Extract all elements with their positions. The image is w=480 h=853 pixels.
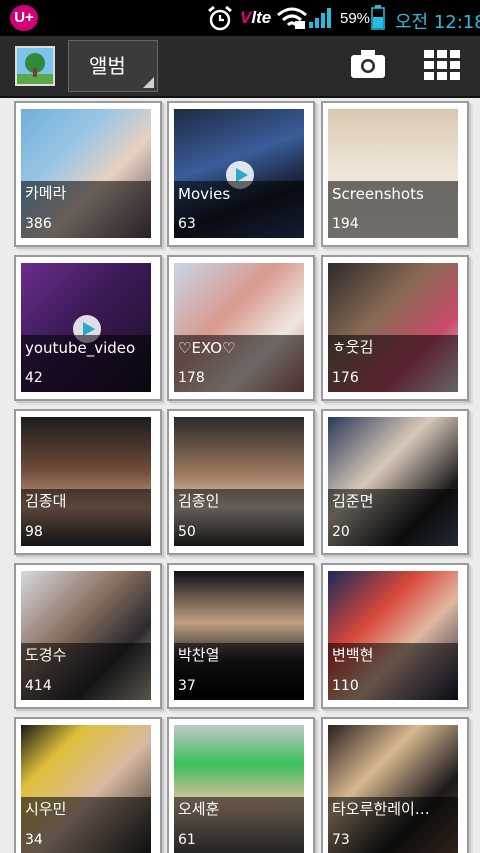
album-count: 37 [178,678,196,694]
album-dropdown-button[interactable]: 앨범 [68,40,158,92]
album-thumbnail: 타오루한레이… 73 [328,725,458,853]
album-thumbnail: 김종대 98 [21,417,151,546]
album-caption-overlay: 오세훈 61 [174,797,304,853]
album-thumbnail: 변백현 110 [328,571,458,700]
status-clock: 오전 12:18 [395,12,480,33]
album-count: 386 [25,216,52,232]
album-caption-overlay: Screenshots 194 [328,181,458,238]
album-caption-overlay: ♡EXO♡ 178 [174,335,304,392]
album-name: 박찬열 [178,646,220,664]
camera-icon[interactable] [349,48,387,80]
album-tile[interactable]: 변백현 110 [321,563,469,709]
album-tile[interactable]: 김준면 20 [321,409,469,555]
album-tile[interactable]: youtube_video 42 [14,255,162,401]
album-tile[interactable]: 타오루한레이… 73 [321,717,469,853]
album-count: 98 [25,524,43,540]
signal-strength-icon [309,8,331,28]
grid-view-icon[interactable] [424,50,460,80]
status-bar: U+ Vlte 59% 오전 12:18 [0,0,480,36]
album-count: 110 [332,678,359,694]
album-tile[interactable]: 오세훈 61 [167,717,315,853]
wifi-icon [277,7,307,29]
album-count: 73 [332,832,350,848]
album-thumbnail: ㅎ웃김 176 [328,263,458,392]
album-name: 타오루한레이… [332,800,430,818]
album-tile[interactable]: 박찬열 37 [167,563,315,709]
album-count: 61 [178,832,196,848]
album-caption-overlay: 카메라 386 [21,181,151,238]
album-name: ♡EXO♡ [178,339,236,357]
album-count: 63 [178,216,196,232]
album-caption-overlay: 김종인 50 [174,489,304,546]
album-tile[interactable]: ♡EXO♡ 178 [167,255,315,401]
album-count: 414 [25,678,52,694]
album-tile[interactable]: 시우민 34 [14,717,162,853]
album-name: 김종인 [178,492,220,510]
album-caption-overlay: 시우민 34 [21,797,151,853]
action-bar: 앨범 [0,36,480,98]
gallery-app-icon[interactable] [15,46,55,86]
album-count: 178 [178,370,205,386]
album-thumbnail: 김종인 50 [174,417,304,546]
album-name: Screenshots [332,185,424,203]
album-thumbnail: 김준면 20 [328,417,458,546]
album-name: 변백현 [332,646,374,664]
album-thumbnail: 도경수 414 [21,571,151,700]
album-thumbnail: Screenshots 194 [328,109,458,238]
dropdown-corner-icon [143,77,154,88]
album-name: Movies [178,185,231,203]
carrier-logo: U+ [10,5,38,31]
album-count: 34 [25,832,43,848]
album-name: 김준면 [332,492,374,510]
album-count: 42 [25,370,43,386]
album-thumbnail: 박찬열 37 [174,571,304,700]
album-name: 오세훈 [178,800,220,818]
album-tile[interactable]: Screenshots 194 [321,101,469,247]
album-caption-overlay: 김종대 98 [21,489,151,546]
album-caption-overlay: ㅎ웃김 176 [328,335,458,392]
alarm-clock-icon [208,5,232,31]
album-thumbnail: youtube_video 42 [21,263,151,392]
album-name: 김종대 [25,492,67,510]
album-name: 시우민 [25,800,67,818]
album-thumbnail: 시우민 34 [21,725,151,853]
album-thumbnail: 카메라 386 [21,109,151,238]
album-name: ㅎ웃김 [332,338,374,356]
album-tile[interactable]: Movies 63 [167,101,315,247]
album-caption-overlay: youtube_video 42 [21,335,151,392]
album-name: 카메라 [25,184,67,202]
album-caption-overlay: 김준면 20 [328,489,458,546]
album-dropdown-label: 앨범 [89,54,126,78]
album-caption-overlay: 박찬열 37 [174,643,304,700]
album-tile[interactable]: ㅎ웃김 176 [321,255,469,401]
album-count: 50 [178,524,196,540]
album-thumbnail: 오세훈 61 [174,725,304,853]
album-caption-overlay: Movies 63 [174,181,304,238]
battery-percent: 59% [340,10,371,27]
album-count: 194 [332,216,359,232]
album-thumbnail: Movies 63 [174,109,304,238]
album-tile[interactable]: 김종인 50 [167,409,315,555]
album-thumbnail: ♡EXO♡ 178 [174,263,304,392]
album-tile[interactable]: 김종대 98 [14,409,162,555]
album-tile[interactable]: 카메라 386 [14,101,162,247]
album-tile[interactable]: 도경수 414 [14,563,162,709]
album-name: youtube_video [25,339,136,357]
album-count: 176 [332,370,359,386]
album-caption-overlay: 타오루한레이… 73 [328,797,458,853]
album-count: 20 [332,524,350,540]
album-name: 도경수 [25,646,67,664]
tree-icon [17,48,53,84]
volte-indicator: Vlte [240,8,272,27]
album-grid: 카메라 386 Movies 63 Screenshots 194 youtube_vide… [0,100,480,853]
album-caption-overlay: 변백현 110 [328,643,458,700]
album-caption-overlay: 도경수 414 [21,643,151,700]
battery-icon [371,5,385,30]
